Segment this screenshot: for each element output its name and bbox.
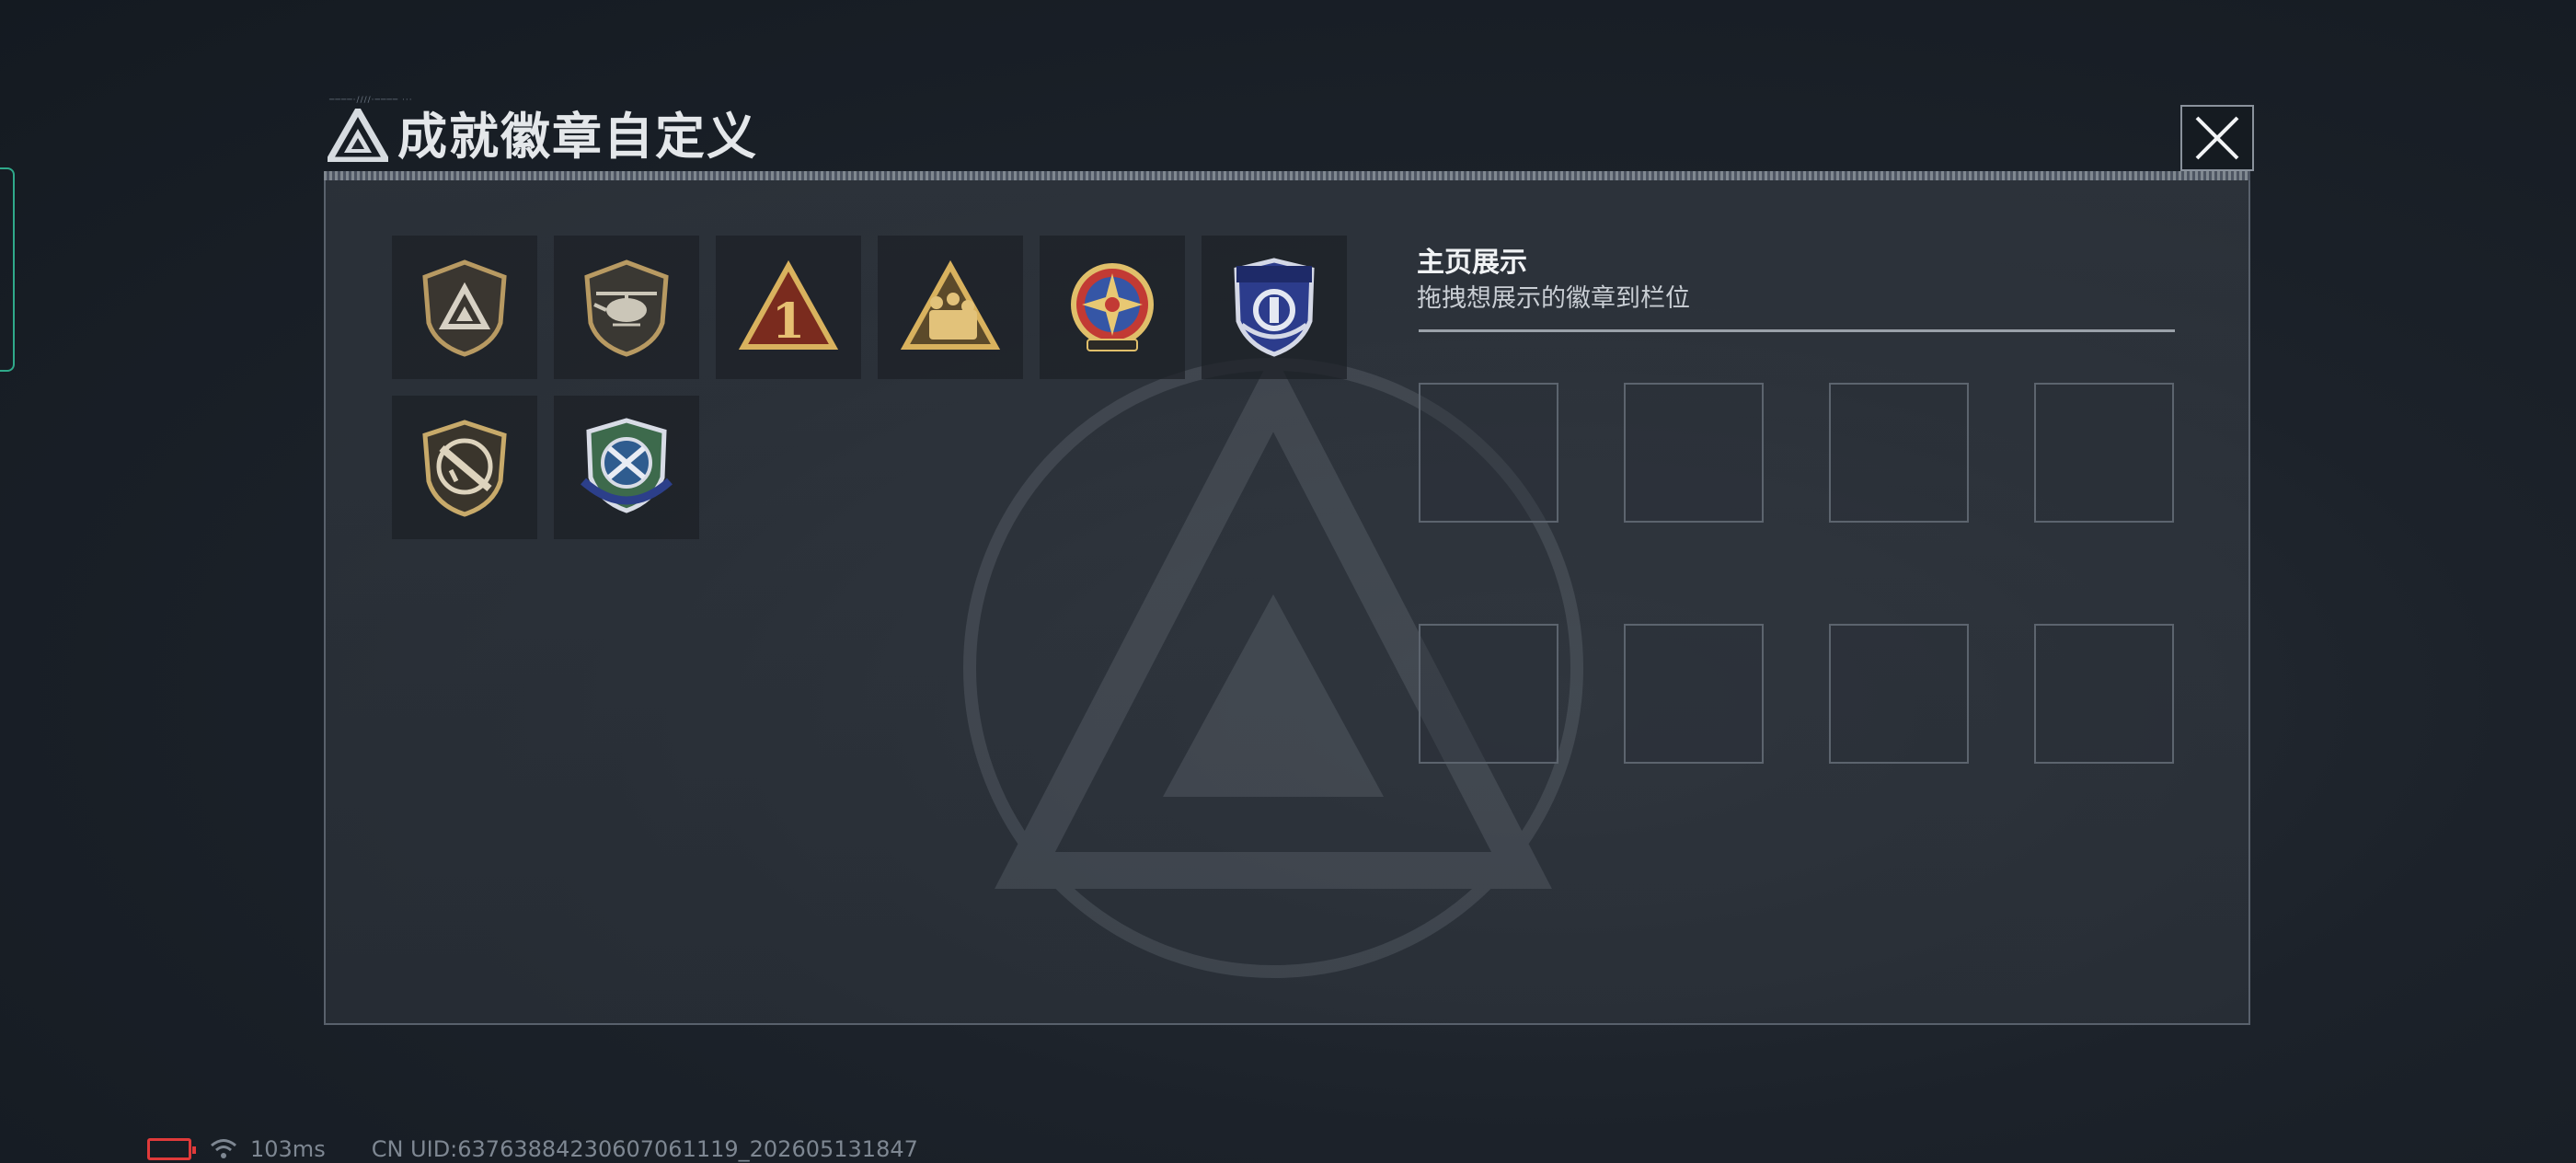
badge-slot[interactable]: shield-triangle-badge bbox=[392, 236, 537, 379]
badge-slot[interactable]: helicopter-badge bbox=[554, 236, 699, 379]
showcase-slot[interactable] bbox=[1829, 624, 1969, 764]
badge-slot[interactable]: rifle-shield-badge bbox=[392, 396, 537, 539]
showcase-slot[interactable] bbox=[1419, 383, 1558, 523]
squad-triangle-badge-icon bbox=[900, 259, 1001, 350]
showcase-hint: 拖拽想展示的徽章到栏位 bbox=[1417, 284, 1690, 313]
battery-icon bbox=[147, 1138, 196, 1160]
dialog-title: 成就徽章自定义 bbox=[397, 108, 758, 166]
badge-slot[interactable]: squad-triangle-badge bbox=[878, 236, 1023, 379]
showcase-slot[interactable] bbox=[2034, 383, 2174, 523]
status-bar: 103ms CN UID:63763884230607061119_202605… bbox=[147, 1135, 918, 1163]
uid-readout: CN UID:63763884230607061119_202605131847 bbox=[371, 1136, 918, 1162]
delta-logo-icon bbox=[328, 109, 388, 162]
showcase-slot-grid bbox=[1419, 383, 2174, 764]
wifi-icon bbox=[211, 1139, 236, 1158]
showcase-slot[interactable] bbox=[1624, 383, 1764, 523]
owned-badges-grid: shield-triangle-badge helicopter-badge r… bbox=[392, 236, 1367, 539]
badge-slot[interactable]: rank-one-triangle-badge 1 bbox=[716, 236, 861, 379]
badge-customize-panel: shield-triangle-badge helicopter-badge r… bbox=[324, 180, 2250, 1025]
close-button[interactable] bbox=[2180, 105, 2254, 171]
showcase-slot[interactable] bbox=[1624, 624, 1764, 764]
shield-triangle-badge-icon bbox=[422, 259, 507, 357]
rank-one-triangle-badge-icon: 1 bbox=[738, 259, 839, 350]
helicopter-badge-icon bbox=[584, 259, 669, 357]
left-edge-accent[interactable] bbox=[0, 167, 15, 372]
header-decoration-text: ────·////·──── ··· bbox=[329, 96, 413, 105]
star-compass-medal-badge-icon bbox=[1071, 263, 1154, 351]
blue-wing-crest-badge-icon bbox=[581, 418, 673, 513]
ping-readout: 103ms bbox=[250, 1136, 326, 1162]
svg-text:1: 1 bbox=[772, 294, 805, 350]
dialog-header: ────·////·──── ··· 成就徽章自定义 bbox=[324, 96, 2254, 180]
close-icon bbox=[2195, 116, 2239, 160]
showcase-slot[interactable] bbox=[2034, 624, 2174, 764]
showcase-title: 主页展示 bbox=[1417, 247, 1527, 279]
blue-crest-badge-icon bbox=[1234, 258, 1315, 357]
showcase-slot[interactable] bbox=[1829, 383, 1969, 523]
showcase-slot[interactable] bbox=[1419, 624, 1558, 764]
rifle-shield-badge-icon bbox=[422, 420, 507, 517]
badge-slot[interactable]: star-compass-medal-badge bbox=[1040, 236, 1185, 379]
badge-slot[interactable]: blue-wing-crest-badge bbox=[554, 396, 699, 539]
showcase-divider bbox=[1419, 329, 2175, 332]
header-divider bbox=[324, 171, 2250, 180]
badge-slot[interactable]: blue-crest-badge bbox=[1202, 236, 1347, 379]
